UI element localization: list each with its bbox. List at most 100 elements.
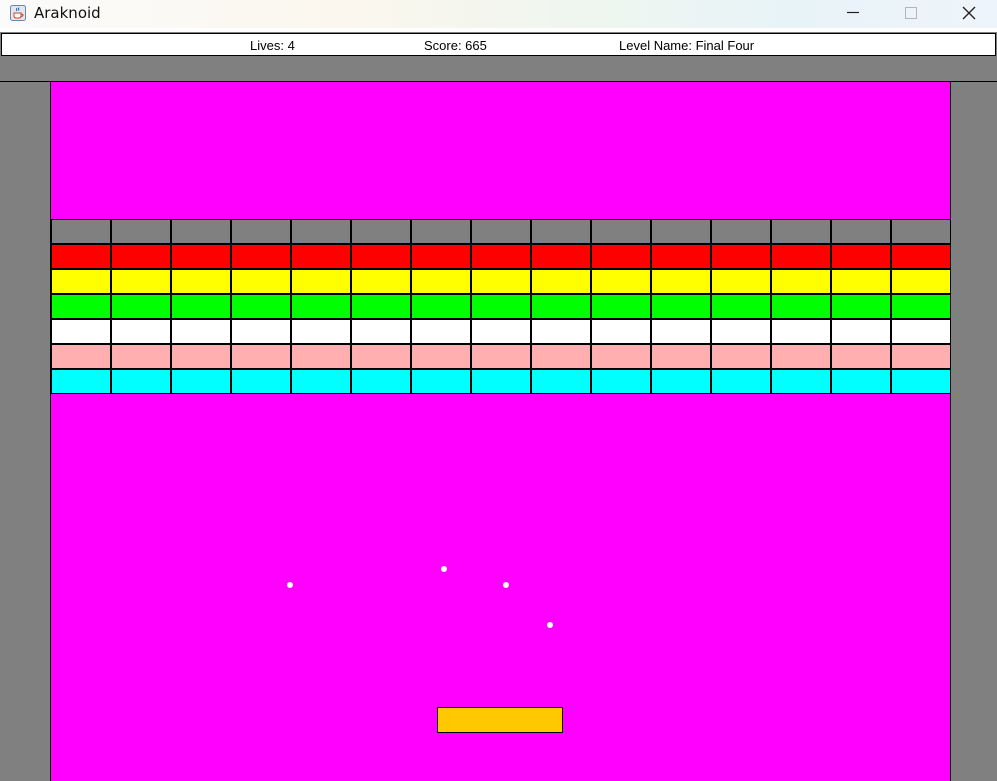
brick bbox=[591, 294, 651, 319]
ball bbox=[547, 622, 553, 628]
brick bbox=[711, 294, 771, 319]
brick bbox=[291, 319, 351, 344]
brick bbox=[891, 219, 951, 244]
brick bbox=[831, 369, 891, 394]
brick bbox=[531, 269, 591, 294]
brick bbox=[831, 294, 891, 319]
brick bbox=[711, 369, 771, 394]
maximize-icon bbox=[905, 7, 917, 19]
brick bbox=[231, 319, 291, 344]
brick bbox=[591, 319, 651, 344]
brick bbox=[111, 369, 171, 394]
right-wall bbox=[950, 82, 997, 781]
ball bbox=[503, 582, 509, 588]
brick bbox=[651, 369, 711, 394]
close-button[interactable] bbox=[940, 0, 997, 28]
brick bbox=[411, 294, 471, 319]
brick-grid bbox=[51, 219, 951, 395]
brick bbox=[411, 219, 471, 244]
minimize-icon bbox=[847, 11, 859, 14]
brick bbox=[291, 369, 351, 394]
brick bbox=[51, 369, 111, 394]
close-icon bbox=[962, 6, 976, 20]
brick bbox=[771, 344, 831, 369]
hud-bar: Lives: 4 Score: 665 Level Name: Final Fo… bbox=[1, 33, 996, 56]
brick bbox=[51, 244, 111, 269]
brick bbox=[51, 219, 111, 244]
brick bbox=[891, 269, 951, 294]
brick bbox=[351, 319, 411, 344]
brick bbox=[111, 294, 171, 319]
brick bbox=[531, 369, 591, 394]
brick bbox=[171, 244, 231, 269]
brick bbox=[111, 344, 171, 369]
brick bbox=[711, 344, 771, 369]
brick bbox=[651, 269, 711, 294]
brick bbox=[471, 294, 531, 319]
brick bbox=[231, 244, 291, 269]
brick bbox=[171, 269, 231, 294]
brick bbox=[831, 219, 891, 244]
brick bbox=[411, 319, 471, 344]
brick bbox=[771, 269, 831, 294]
brick bbox=[171, 294, 231, 319]
brick bbox=[771, 294, 831, 319]
brick bbox=[651, 319, 711, 344]
brick bbox=[171, 219, 231, 244]
brick bbox=[171, 369, 231, 394]
brick bbox=[831, 244, 891, 269]
brick bbox=[831, 344, 891, 369]
brick bbox=[591, 244, 651, 269]
brick bbox=[531, 319, 591, 344]
brick bbox=[771, 369, 831, 394]
game-canvas[interactable]: Lives: 4 Score: 665 Level Name: Final Fo… bbox=[0, 32, 997, 781]
brick bbox=[231, 269, 291, 294]
brick bbox=[351, 219, 411, 244]
java-cup-icon bbox=[10, 5, 26, 21]
left-wall bbox=[0, 82, 51, 781]
brick bbox=[231, 294, 291, 319]
brick bbox=[891, 369, 951, 394]
brick bbox=[831, 269, 891, 294]
brick bbox=[411, 369, 471, 394]
brick bbox=[111, 244, 171, 269]
brick bbox=[51, 344, 111, 369]
minimize-button[interactable] bbox=[824, 0, 882, 28]
brick bbox=[351, 294, 411, 319]
brick bbox=[651, 294, 711, 319]
lives-indicator: Lives: 4 bbox=[250, 38, 295, 53]
brick bbox=[891, 319, 951, 344]
brick bbox=[51, 294, 111, 319]
brick bbox=[111, 269, 171, 294]
title-bar[interactable]: Araknoid bbox=[0, 0, 997, 28]
brick bbox=[531, 219, 591, 244]
brick bbox=[591, 219, 651, 244]
brick bbox=[231, 344, 291, 369]
brick bbox=[51, 319, 111, 344]
paddle[interactable] bbox=[437, 707, 563, 733]
top-wall bbox=[0, 56, 997, 82]
brick bbox=[831, 319, 891, 344]
brick bbox=[351, 244, 411, 269]
brick bbox=[771, 319, 831, 344]
brick bbox=[591, 344, 651, 369]
brick bbox=[291, 269, 351, 294]
brick bbox=[171, 319, 231, 344]
brick bbox=[771, 244, 831, 269]
brick bbox=[651, 344, 711, 369]
brick bbox=[711, 219, 771, 244]
brick bbox=[291, 244, 351, 269]
maximize-button[interactable] bbox=[882, 0, 940, 28]
brick bbox=[471, 219, 531, 244]
brick bbox=[351, 344, 411, 369]
brick bbox=[111, 319, 171, 344]
game-window: Araknoid Lives: 4 Score: 665 Level Name:… bbox=[0, 0, 997, 781]
score-indicator: Score: 665 bbox=[424, 38, 487, 53]
brick bbox=[411, 244, 471, 269]
brick bbox=[591, 369, 651, 394]
brick bbox=[531, 344, 591, 369]
brick bbox=[291, 344, 351, 369]
brick bbox=[711, 319, 771, 344]
brick bbox=[531, 294, 591, 319]
brick bbox=[231, 369, 291, 394]
